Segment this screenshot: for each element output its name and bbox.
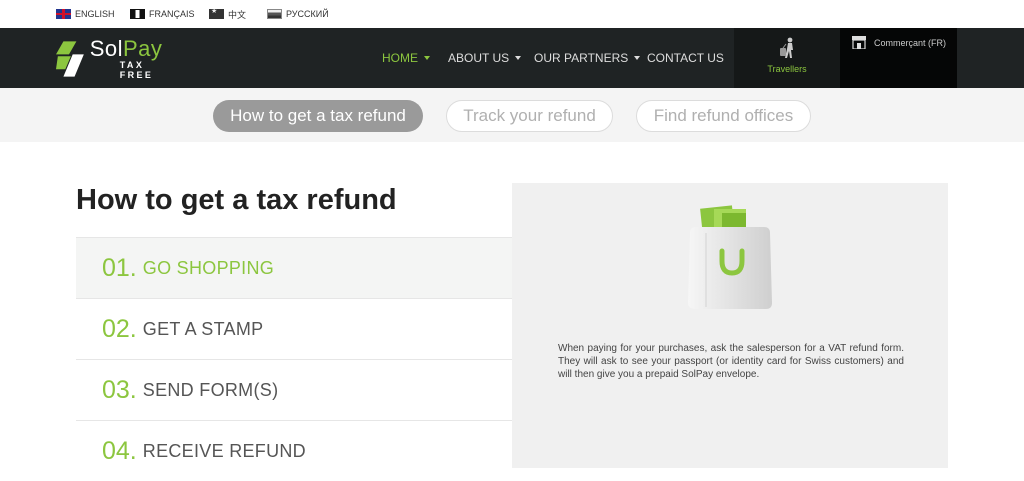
step-number: 04.	[102, 436, 137, 465]
chevron-down-icon	[634, 56, 641, 60]
solpay-logo-mark-icon	[56, 41, 84, 77]
tab-find-refund-offices[interactable]: Find refund offices	[636, 100, 811, 132]
tabs-bar: How to get a tax refund Track your refun…	[0, 88, 1024, 142]
nav-label: OUR PARTNERS	[534, 51, 629, 65]
travellers-button[interactable]: Travellers	[734, 28, 840, 88]
site-header: SolPay TAX FREE HOME ABOUT US OUR PARTNE…	[0, 28, 1024, 88]
uk-flag-icon	[56, 9, 71, 19]
step-label: GO SHOPPING	[142, 257, 275, 278]
tab-how-to-get-refund[interactable]: How to get a tax refund	[213, 100, 423, 132]
china-flag-icon	[209, 9, 224, 19]
lang-label: ENGLISH	[75, 9, 115, 19]
chevron-down-icon	[515, 56, 522, 60]
step-receive-refund[interactable]: 04. RECEIVE REFUND	[76, 420, 512, 481]
logo-pay: Pay	[122, 36, 163, 61]
lang-label: РУССКИЙ	[286, 9, 329, 19]
shop-icon	[852, 36, 866, 49]
chevron-down-icon	[424, 56, 430, 60]
nav-label: ABOUT US	[448, 51, 510, 65]
lang-label: 中文	[228, 9, 247, 20]
step-number: 02.	[102, 314, 137, 343]
language-bar: ENGLISH FRANÇAIS 中文 РУССКИЙ	[0, 0, 1024, 28]
merchant-button[interactable]: Commerçant (FR)	[840, 28, 957, 88]
nav-label: CONTACT US	[647, 51, 724, 65]
russia-flag-icon	[267, 9, 282, 19]
logo-name: SolPay	[90, 38, 176, 60]
lang-french[interactable]: FRANÇAIS	[130, 8, 195, 20]
tab-label: Find refund offices	[653, 106, 794, 125]
nav-home[interactable]: HOME	[382, 50, 430, 66]
logo-tagline: TAX FREE	[119, 60, 154, 80]
nav-our-partners[interactable]: OUR PARTNERS	[534, 50, 641, 66]
step-label: SEND FORM(S)	[142, 379, 279, 400]
merchant-label: Commerçant (FR)	[874, 38, 947, 48]
nav-about-us[interactable]: ABOUT US	[448, 50, 522, 66]
page-title: How to get a tax refund	[76, 184, 397, 216]
tab-label: How to get a tax refund	[230, 106, 406, 125]
step-go-shopping[interactable]: 01. GO SHOPPING	[76, 237, 512, 298]
solpay-logo[interactable]: SolPay TAX FREE	[56, 38, 176, 81]
shopping-bag-icon	[688, 205, 772, 309]
lang-label: FRANÇAIS	[149, 9, 195, 19]
step-detail-panel: When paying for your purchases, ask the …	[512, 183, 948, 468]
france-flag-icon	[130, 9, 145, 19]
step-get-a-stamp[interactable]: 02. GET A STAMP	[76, 298, 512, 359]
logo-text: SolPay TAX FREE	[90, 38, 176, 81]
step-send-forms[interactable]: 03. SEND FORM(S)	[76, 359, 512, 420]
step-number: 01.	[102, 253, 137, 282]
tab-label: Track your refund	[463, 106, 596, 125]
logo-sol: Sol	[89, 36, 123, 61]
tab-track-refund[interactable]: Track your refund	[446, 100, 613, 132]
step-description: When paying for your purchases, ask the …	[558, 343, 904, 380]
step-number: 03.	[102, 375, 137, 404]
steps-list: 01. GO SHOPPING 02. GET A STAMP 03. SEND…	[76, 237, 512, 481]
nav-label: HOME	[382, 51, 418, 65]
lang-russian[interactable]: РУССКИЙ	[267, 8, 329, 20]
nav-contact-us[interactable]: CONTACT US	[647, 50, 724, 66]
traveller-luggage-icon	[780, 37, 793, 58]
travellers-label: Travellers	[767, 64, 807, 74]
step-label: RECEIVE REFUND	[142, 440, 306, 461]
step-label: GET A STAMP	[142, 318, 264, 339]
lang-english[interactable]: ENGLISH	[56, 8, 115, 20]
lang-chinese[interactable]: 中文	[209, 8, 246, 20]
